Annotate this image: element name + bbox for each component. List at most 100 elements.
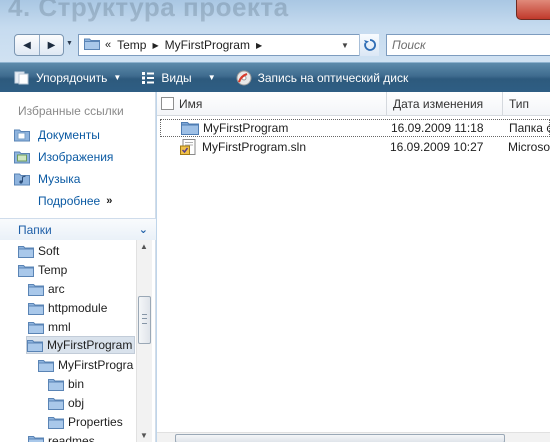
favorite-link-music[interactable]: Музыка: [14, 172, 80, 186]
folder-icon: [84, 37, 100, 53]
address-history-dropdown[interactable]: ▼: [341, 41, 349, 50]
scroll-up-icon[interactable]: ▲: [140, 242, 148, 251]
tree-item-mml[interactable]: mml: [28, 318, 71, 336]
tree-item-temp[interactable]: Temp: [18, 261, 67, 279]
column-header-label: Имя: [179, 96, 203, 111]
file-row[interactable]: MyFirstProgram.sln 16.09.2009 10:27 Micr…: [160, 138, 550, 156]
double-chevron-icon: »: [106, 195, 113, 207]
organize-button[interactable]: Упорядочить ▼: [8, 66, 127, 90]
favorite-link-label: Документы: [38, 128, 100, 142]
more-favorites-label: Подробнее: [38, 194, 101, 208]
tree-item-arc[interactable]: arc: [28, 280, 65, 298]
tree-item-soft[interactable]: Soft: [18, 242, 59, 260]
favorite-link-label: Изображения: [38, 150, 114, 164]
tree-item-properties[interactable]: Properties: [48, 413, 123, 431]
tree-item-readmes[interactable]: readmes: [28, 432, 95, 442]
navigation-pane: Избранные ссылки Документы Изображения М…: [0, 92, 156, 442]
column-header-label: Дата изменения: [393, 96, 484, 111]
tree-item-label: MyFirstProgram: [47, 338, 133, 352]
tree-scroll-thumb[interactable]: [138, 296, 151, 344]
forward-arrow-icon: ▶: [47, 39, 56, 51]
file-date-cell: 16.09.2009 11:18: [391, 121, 484, 135]
back-arrow-icon: ◀: [23, 39, 31, 51]
search-input[interactable]: Поиск: [386, 34, 550, 56]
file-name-label: MyFirstProgram.sln: [202, 140, 307, 154]
solution-file-icon: [180, 139, 196, 155]
chevron-down-icon[interactable]: ⌄: [139, 223, 148, 236]
tree-item-obj[interactable]: obj: [48, 394, 84, 412]
folder-icon: [28, 283, 44, 296]
folder-open-icon: [27, 339, 43, 352]
folder-icon: [48, 416, 64, 429]
address-bar[interactable]: « Temp ▶ MyFirstProgram ▶ ▼: [78, 34, 379, 56]
column-header-type[interactable]: Тип: [503, 92, 550, 115]
tree-vertical-scrollbar[interactable]: ▲ ▼: [136, 240, 152, 442]
music-icon: [14, 173, 30, 186]
file-name-label: MyFirstProgram: [203, 121, 289, 135]
column-headers: Имя Дата изменения Тип: [157, 92, 550, 116]
background-window-title: 4. Структура проекта: [8, 0, 289, 22]
folder-icon: [38, 359, 54, 372]
organize-icon: [14, 71, 29, 84]
file-list-pane: Имя Дата изменения Тип MyFirstProgram 16…: [157, 92, 550, 442]
tree-item-label: MyFirstProgra: [58, 358, 134, 372]
folders-section-header[interactable]: Папки ⌄: [0, 218, 156, 240]
folder-open-icon: [18, 264, 34, 277]
chevron-down-icon: ▼: [113, 73, 122, 82]
refresh-button[interactable]: [359, 34, 379, 56]
folder-icon: [18, 245, 34, 258]
file-row[interactable]: MyFirstProgram 16.09.2009 11:18 Папка с …: [160, 119, 550, 137]
chevron-down-icon[interactable]: ▼: [208, 73, 216, 82]
folder-icon: [28, 435, 44, 442]
burn-disc-icon: [236, 70, 252, 85]
folder-icon: [48, 378, 64, 391]
organize-label: Упорядочить: [36, 70, 108, 85]
tree-item-label: obj: [68, 396, 85, 410]
command-bar: Упорядочить ▼ Виды ▼ Запись на оптически…: [0, 62, 550, 92]
tree-item-label: Soft: [38, 244, 60, 258]
favorite-link-documents[interactable]: Документы: [14, 128, 100, 142]
recent-pages-dropdown[interactable]: ▼: [66, 40, 73, 47]
address-separator-icon[interactable]: ▶: [256, 41, 262, 50]
tree-item-bin[interactable]: bin: [48, 375, 84, 393]
grip-icon: [142, 314, 147, 324]
tree-item-myfirstprogram-sub[interactable]: MyFirstProgra: [38, 356, 133, 374]
burn-disc-label: Запись на оптический диск: [257, 70, 409, 85]
tree-item-label: httpmodule: [48, 301, 108, 315]
file-date-cell: 16.09.2009 10:27: [390, 140, 484, 154]
tree-item-label: Properties: [68, 415, 123, 429]
back-forward-buttons: ◀ ▶: [14, 34, 64, 56]
tree-item-httpmodule[interactable]: httpmodule: [28, 299, 107, 317]
tree-item-label: readmes: [48, 434, 95, 442]
favorite-link-pictures[interactable]: Изображения: [14, 150, 113, 164]
views-button[interactable]: Виды ▼: [135, 66, 221, 90]
scroll-down-icon[interactable]: ▼: [140, 431, 148, 440]
address-separator-icon[interactable]: ▶: [152, 41, 158, 50]
refresh-icon: [363, 39, 376, 51]
folder-icon: [28, 321, 44, 334]
window-close-button[interactable]: [516, 0, 550, 20]
column-header-date-modified[interactable]: Дата изменения: [387, 92, 503, 115]
address-segment-temp[interactable]: Temp: [117, 38, 146, 52]
favorite-links-header: Избранные ссылки: [18, 104, 124, 118]
file-name-cell: MyFirstProgram.sln: [180, 139, 306, 155]
views-label: Виды: [161, 70, 192, 85]
address-segment-myfirstprogram[interactable]: MyFirstProgram: [165, 38, 250, 52]
horizontal-scroll-thumb[interactable]: [175, 434, 505, 442]
column-header-label: Тип: [509, 96, 530, 111]
burn-disc-button[interactable]: Запись на оптический диск: [230, 66, 415, 90]
column-header-name[interactable]: Имя: [173, 92, 387, 115]
favorite-link-label: Музыка: [38, 172, 81, 186]
tree-item-label: arc: [48, 282, 65, 296]
horizontal-scrollbar[interactable]: [157, 432, 550, 442]
tree-item-myfirstprogram[interactable]: MyFirstProgram: [26, 336, 136, 354]
tree-item-label: bin: [68, 377, 85, 391]
folders-header-label: Папки: [18, 222, 52, 237]
more-favorites-link[interactable]: Подробнее »: [38, 194, 112, 208]
address-overflow-chevron[interactable]: «: [105, 39, 111, 51]
folder-icon: [28, 302, 44, 315]
tree-item-label: Temp: [38, 263, 68, 277]
documents-icon: [14, 129, 30, 142]
back-button[interactable]: ◀: [15, 35, 39, 55]
forward-button[interactable]: ▶: [38, 35, 63, 55]
